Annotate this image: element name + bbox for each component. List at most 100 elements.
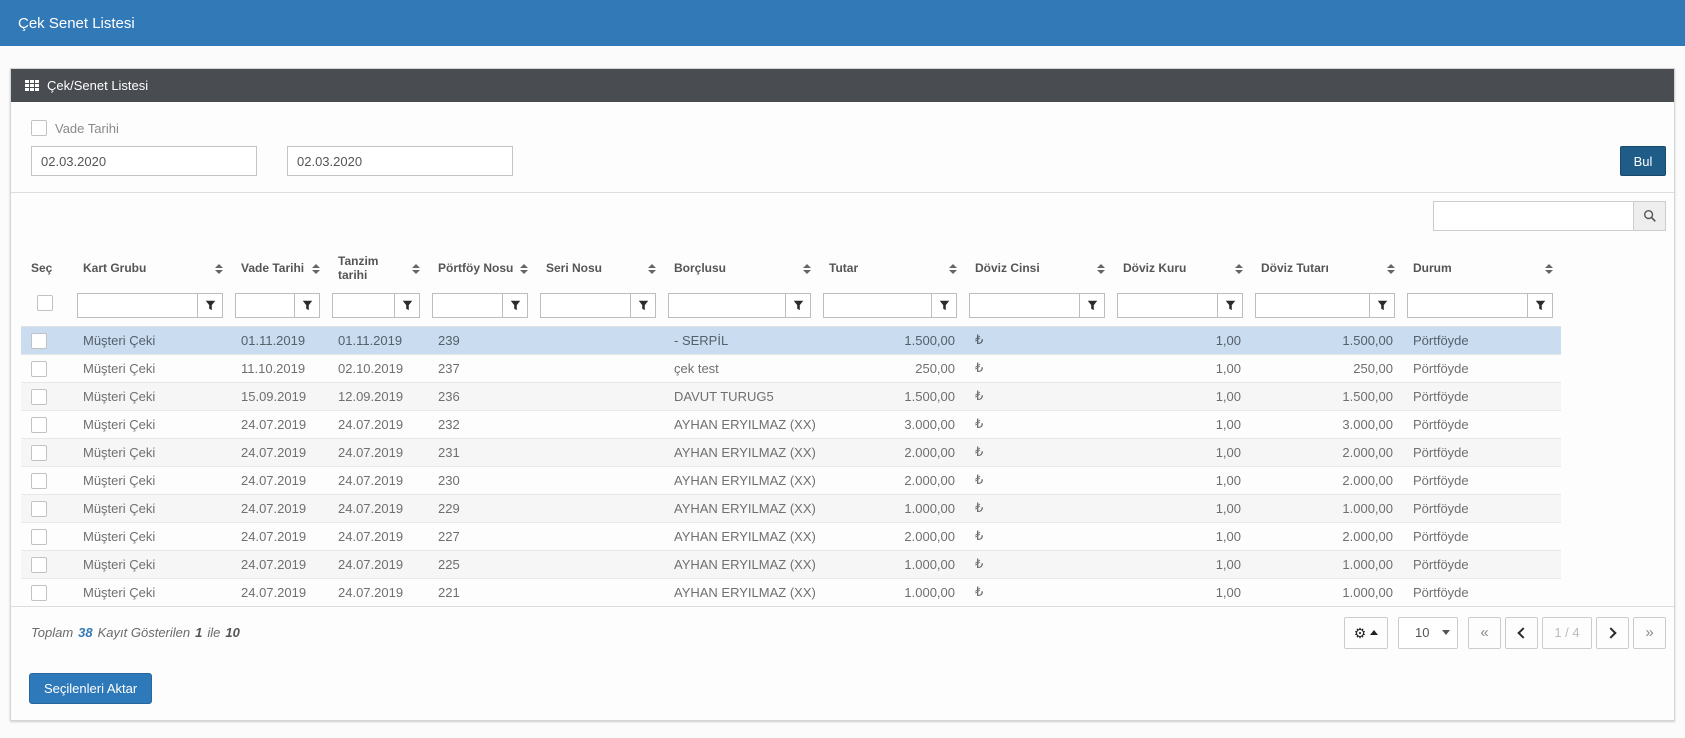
column-header-borclusu[interactable]: Borçlusu bbox=[664, 245, 819, 291]
filter-button-seri_nosu[interactable] bbox=[630, 293, 656, 318]
cell-borclusu: - SERPİL bbox=[664, 326, 819, 354]
select-all-checkbox[interactable] bbox=[37, 295, 53, 311]
cell-doviz_cinsi: ₺ bbox=[965, 354, 1113, 382]
cell-doviz_kuru: 1,00 bbox=[1113, 578, 1251, 606]
column-label-sec: Seç bbox=[31, 262, 52, 276]
sort-icon[interactable] bbox=[412, 264, 420, 274]
filter-button-tutar[interactable] bbox=[931, 293, 957, 318]
filter-button-doviz_tutari[interactable] bbox=[1369, 293, 1395, 318]
filter-button-doviz_cinsi[interactable] bbox=[1079, 293, 1105, 318]
row-checkbox[interactable] bbox=[31, 557, 47, 573]
sort-icon[interactable] bbox=[1387, 264, 1395, 274]
search-input[interactable] bbox=[1433, 201, 1633, 231]
cell-kart_grubu: Müşteri Çeki bbox=[73, 326, 231, 354]
filter-input-kart_grubu[interactable] bbox=[77, 293, 197, 318]
row-checkbox[interactable] bbox=[31, 473, 47, 489]
prev-page-button[interactable] bbox=[1505, 617, 1538, 649]
search-button[interactable] bbox=[1633, 201, 1666, 231]
filter-cell-durum bbox=[1403, 291, 1561, 327]
filter-button-kart_grubu[interactable] bbox=[197, 293, 223, 318]
filter-button-tanzim_tarihi[interactable] bbox=[394, 293, 420, 318]
sort-icon[interactable] bbox=[803, 264, 811, 274]
filter-input-doviz_tutari[interactable] bbox=[1255, 293, 1369, 318]
grid-icon bbox=[25, 80, 39, 92]
cell-durum: Pörtföyde bbox=[1403, 410, 1561, 438]
column-header-kart_grubu[interactable]: Kart Grubu bbox=[73, 245, 231, 291]
cell-doviz_tutari: 2.000,00 bbox=[1251, 522, 1403, 550]
filter-button-durum[interactable] bbox=[1527, 293, 1553, 318]
column-header-portfoy_nosu[interactable]: Pörtföy Nosu bbox=[428, 245, 536, 291]
row-checkbox[interactable] bbox=[31, 389, 47, 405]
filter-button-portfoy_nosu[interactable] bbox=[502, 293, 528, 318]
sort-icon[interactable] bbox=[949, 264, 957, 274]
row-checkbox[interactable] bbox=[31, 445, 47, 461]
cell-borclusu: DAVUT TURUG5 bbox=[664, 382, 819, 410]
column-header-seri_nosu[interactable]: Seri Nosu bbox=[536, 245, 664, 291]
filter-cell-kart_grubu bbox=[73, 291, 231, 327]
filter-button-borclusu[interactable] bbox=[785, 293, 811, 318]
row-checkbox[interactable] bbox=[31, 529, 47, 545]
date-to-input[interactable] bbox=[287, 146, 513, 176]
filter-input-doviz_cinsi[interactable] bbox=[969, 293, 1079, 318]
filter-input-vade_tarihi[interactable] bbox=[235, 293, 294, 318]
column-header-durum[interactable]: Durum bbox=[1403, 245, 1561, 291]
table-row[interactable]: Müşteri Çeki24.07.201924.07.2019230AYHAN… bbox=[21, 466, 1561, 494]
table-row[interactable]: Müşteri Çeki24.07.201924.07.2019227AYHAN… bbox=[21, 522, 1561, 550]
row-checkbox[interactable] bbox=[31, 585, 47, 601]
cell-doviz_cinsi: ₺ bbox=[965, 494, 1113, 522]
sort-icon[interactable] bbox=[1097, 264, 1105, 274]
table-row[interactable]: Müşteri Çeki01.11.201901.11.2019239- SER… bbox=[21, 326, 1561, 354]
filter-input-tanzim_tarihi[interactable] bbox=[332, 293, 394, 318]
grid-settings-button[interactable]: ⚙ bbox=[1344, 617, 1388, 649]
filter-button-doviz_kuru[interactable] bbox=[1217, 293, 1243, 318]
cell-doviz_cinsi: ₺ bbox=[965, 382, 1113, 410]
column-header-vade_tarihi[interactable]: Vade Tarihi bbox=[231, 245, 328, 291]
last-page-button[interactable]: » bbox=[1633, 617, 1666, 649]
first-page-button[interactable]: « bbox=[1468, 617, 1501, 649]
cell-tutar: 3.000,00 bbox=[819, 410, 965, 438]
sort-icon[interactable] bbox=[215, 264, 223, 274]
sort-icon[interactable] bbox=[1235, 264, 1243, 274]
cell-doviz_kuru: 1,00 bbox=[1113, 382, 1251, 410]
filter-input-seri_nosu[interactable] bbox=[540, 293, 630, 318]
bul-button[interactable]: Bul bbox=[1620, 146, 1666, 176]
filter-input-doviz_kuru[interactable] bbox=[1117, 293, 1217, 318]
filter-input-tutar[interactable] bbox=[823, 293, 931, 318]
next-page-button[interactable] bbox=[1596, 617, 1629, 649]
page-size-select[interactable]: 10 bbox=[1398, 617, 1458, 649]
column-header-doviz_tutari[interactable]: Döviz Tutarı bbox=[1251, 245, 1403, 291]
table-row[interactable]: Müşteri Çeki24.07.201924.07.2019232AYHAN… bbox=[21, 410, 1561, 438]
filter-input-portfoy_nosu[interactable] bbox=[432, 293, 502, 318]
sort-icon[interactable] bbox=[1545, 264, 1553, 274]
cell-doviz_cinsi: ₺ bbox=[965, 326, 1113, 354]
row-checkbox[interactable] bbox=[31, 417, 47, 433]
filter-button-vade_tarihi[interactable] bbox=[294, 293, 320, 318]
date-from-input[interactable] bbox=[31, 146, 257, 176]
column-header-tanzim_tarihi[interactable]: Tanzim tarihi bbox=[328, 245, 428, 291]
filter-input-durum[interactable] bbox=[1407, 293, 1527, 318]
sort-icon[interactable] bbox=[520, 264, 528, 274]
filter-section: Vade Tarihi Bul bbox=[11, 102, 1674, 192]
table-row[interactable]: Müşteri Çeki24.07.201924.07.2019221AYHAN… bbox=[21, 578, 1561, 606]
vade-tarihi-checkbox[interactable] bbox=[31, 120, 47, 136]
row-checkbox[interactable] bbox=[31, 501, 47, 517]
row-checkbox[interactable] bbox=[31, 361, 47, 377]
table-row[interactable]: Müşteri Çeki11.10.201902.10.2019237çek t… bbox=[21, 354, 1561, 382]
cell-portfoy_nosu: 229 bbox=[428, 494, 536, 522]
funnel-icon bbox=[205, 300, 216, 311]
transfer-selected-button[interactable]: Seçilenleri Aktar bbox=[29, 673, 152, 704]
table-row[interactable]: Müşteri Çeki15.09.201912.09.2019236DAVUT… bbox=[21, 382, 1561, 410]
sort-icon[interactable] bbox=[648, 264, 656, 274]
column-header-doviz_cinsi[interactable]: Döviz Cinsi bbox=[965, 245, 1113, 291]
table-row[interactable]: Müşteri Çeki24.07.201924.07.2019229AYHAN… bbox=[21, 494, 1561, 522]
table-row[interactable]: Müşteri Çeki24.07.201924.07.2019225AYHAN… bbox=[21, 550, 1561, 578]
cell-durum: Pörtföyde bbox=[1403, 326, 1561, 354]
column-header-tutar[interactable]: Tutar bbox=[819, 245, 965, 291]
cell-doviz_kuru: 1,00 bbox=[1113, 410, 1251, 438]
table-row[interactable]: Müşteri Çeki24.07.201924.07.2019231AYHAN… bbox=[21, 438, 1561, 466]
cell-tutar: 2.000,00 bbox=[819, 438, 965, 466]
filter-input-borclusu[interactable] bbox=[668, 293, 785, 318]
column-header-doviz_kuru[interactable]: Döviz Kuru bbox=[1113, 245, 1251, 291]
row-checkbox[interactable] bbox=[31, 333, 47, 349]
sort-icon[interactable] bbox=[312, 264, 320, 274]
